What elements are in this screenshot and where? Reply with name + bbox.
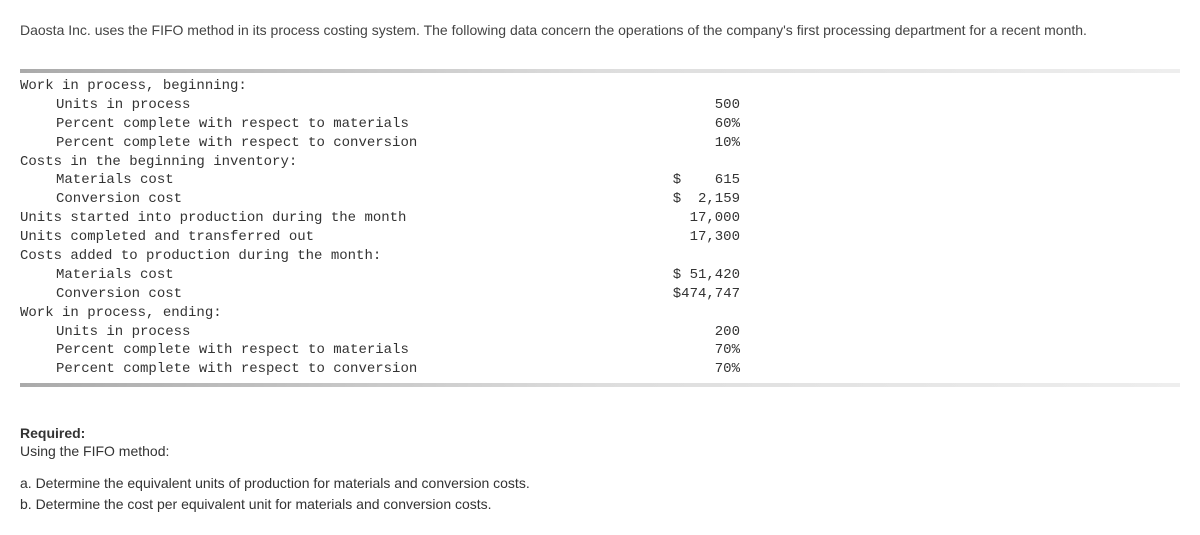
row-value: 500 [580,96,740,115]
table-row: Materials cost$ 615 [20,171,780,190]
required-item-b: b. Determine the cost per equivalent uni… [20,494,1180,515]
row-label: Units completed and transferred out [20,228,580,247]
row-value [580,304,740,323]
row-value [580,77,740,96]
table-row: Conversion cost$474,747 [20,285,780,304]
divider-top [20,69,1180,73]
table-row: Materials cost$ 51,420 [20,266,780,285]
row-label: Materials cost [20,266,580,285]
row-value: 17,000 [580,209,740,228]
table-row: Units started into production during the… [20,209,780,228]
required-heading: Required: [20,425,1180,441]
table-row: Percent complete with respect to materia… [20,341,780,360]
row-label: Percent complete with respect to convers… [20,134,580,153]
table-row: Costs in the beginning inventory: [20,153,780,172]
row-value: 60% [580,115,740,134]
row-label: Percent complete with respect to materia… [20,341,580,360]
required-item-a: a. Determine the equivalent units of pro… [20,473,1180,494]
table-row: Percent complete with respect to convers… [20,360,780,379]
row-label: Conversion cost [20,190,580,209]
table-row: Units completed and transferred out17,30… [20,228,780,247]
row-label: Work in process, beginning: [20,77,580,96]
row-label: Units started into production during the… [20,209,580,228]
divider-bottom [20,383,1180,387]
data-table: Work in process, beginning:Units in proc… [20,77,1180,379]
table-row: Units in process200 [20,323,780,342]
row-value [580,247,740,266]
required-section: Required: Using the FIFO method: a. Dete… [20,425,1180,515]
table-row: Costs added to production during the mon… [20,247,780,266]
row-label: Costs added to production during the mon… [20,247,580,266]
table-row: Percent complete with respect to materia… [20,115,780,134]
row-value [580,153,740,172]
row-value: 70% [580,360,740,379]
row-label: Units in process [20,96,580,115]
row-label: Percent complete with respect to materia… [20,115,580,134]
row-label: Percent complete with respect to convers… [20,360,580,379]
table-row: Conversion cost$ 2,159 [20,190,780,209]
row-value: $ 2,159 [580,190,740,209]
table-row: Percent complete with respect to convers… [20,134,780,153]
row-value: 10% [580,134,740,153]
row-value: $ 51,420 [580,266,740,285]
row-label: Costs in the beginning inventory: [20,153,580,172]
intro-paragraph: Daosta Inc. uses the FIFO method in its … [20,20,1180,41]
row-value: $ 615 [580,171,740,190]
row-value: 70% [580,341,740,360]
table-row: Work in process, ending: [20,304,780,323]
row-value: 17,300 [580,228,740,247]
row-label: Materials cost [20,171,580,190]
required-subheading: Using the FIFO method: [20,443,1180,459]
row-value: 200 [580,323,740,342]
table-row: Units in process500 [20,96,780,115]
row-value: $474,747 [580,285,740,304]
row-label: Work in process, ending: [20,304,580,323]
row-label: Conversion cost [20,285,580,304]
data-region: Work in process, beginning:Units in proc… [20,61,1180,395]
table-row: Work in process, beginning: [20,77,780,96]
row-label: Units in process [20,323,580,342]
